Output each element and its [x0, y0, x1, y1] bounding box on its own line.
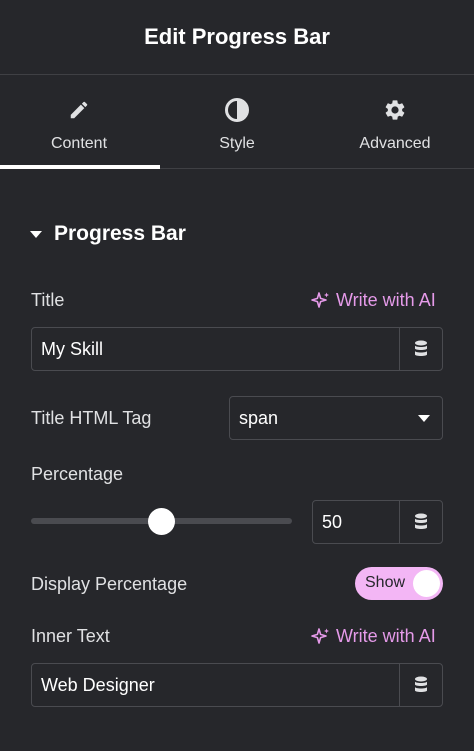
percentage-input[interactable]: 50: [312, 500, 400, 544]
database-icon: [415, 340, 427, 356]
inner-text-input-value: Web Designer: [41, 674, 155, 695]
tab-content-label: Content: [50, 135, 108, 152]
toggle-label: Show: [365, 574, 406, 591]
tab-bar: Content Style Advanced: [0, 76, 474, 169]
database-icon: [415, 513, 427, 529]
tab-style[interactable]: Style: [158, 76, 316, 168]
sparkle-icon: [311, 627, 329, 644]
database-icon: [415, 676, 427, 692]
write-with-ai-label: Write with AI: [336, 290, 436, 310]
title-input-value: My Skill: [41, 338, 103, 359]
title-label: Title: [31, 290, 65, 310]
tab-style-label: Style: [219, 135, 255, 152]
gear-icon: [382, 97, 408, 123]
section-title: Progress Bar: [54, 222, 186, 245]
toggle-knob: [413, 570, 440, 597]
title-tag-value: span: [239, 407, 279, 428]
title-tag-select[interactable]: span: [229, 396, 443, 440]
inner-text-label: Inner Text: [31, 626, 110, 646]
title-tag-label: Title HTML Tag: [31, 408, 152, 428]
dynamic-tags-title-button[interactable]: [399, 327, 443, 371]
dynamic-tags-percentage-button[interactable]: [399, 500, 443, 544]
pencil-icon: [66, 97, 92, 123]
percentage-slider-thumb[interactable]: [148, 508, 175, 535]
tab-advanced[interactable]: Advanced: [316, 76, 474, 168]
write-with-ai-title-button[interactable]: Write with AI: [311, 290, 436, 311]
display-percentage-toggle[interactable]: Show: [355, 567, 443, 600]
caret-down-icon: [30, 230, 42, 238]
chevron-down-icon: [418, 414, 430, 422]
dynamic-tags-inner-text-button[interactable]: [399, 663, 443, 707]
section-toggle-progress-bar[interactable]: Progress Bar: [30, 220, 186, 248]
panel-title: Edit Progress Bar: [144, 24, 330, 49]
half-circle-icon: [224, 97, 250, 123]
title-input[interactable]: My Skill: [31, 327, 400, 371]
write-with-ai-inner-text-button[interactable]: Write with AI: [311, 626, 436, 647]
tab-advanced-label: Advanced: [359, 135, 431, 152]
percentage-input-value: 50: [322, 511, 343, 532]
tab-content[interactable]: Content: [0, 76, 160, 169]
display-percentage-label: Display Percentage: [31, 574, 188, 594]
percentage-label: Percentage: [31, 464, 124, 484]
write-with-ai-label: Write with AI: [336, 626, 436, 646]
panel-header: Edit Progress Bar: [0, 0, 474, 75]
inner-text-input[interactable]: Web Designer: [31, 663, 400, 707]
sparkle-icon: [311, 291, 329, 308]
